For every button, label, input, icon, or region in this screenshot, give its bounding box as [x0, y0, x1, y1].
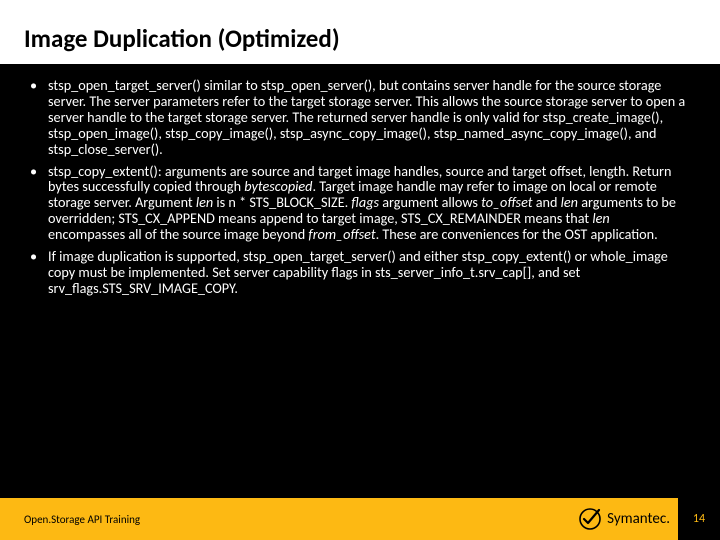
- footer-label: Open.Storage API Training: [0, 513, 579, 526]
- bullet-text: . These are conveniences for the OST app…: [376, 225, 658, 243]
- bullet-text: If image duplication is supported, stsp_…: [48, 247, 668, 297]
- bullet-item: stsp_copy_extent(): arguments are source…: [30, 164, 690, 244]
- title-band: Image Duplication (Optimized): [0, 0, 720, 64]
- brand-check-icon: [579, 508, 601, 530]
- slide-title: Image Duplication (Optimized): [24, 23, 340, 54]
- bullet-item: If image duplication is supported, stsp_…: [30, 249, 690, 297]
- page-number: 14: [678, 498, 720, 540]
- content-area: stsp_open_target_server() similar to sts…: [0, 64, 720, 540]
- bullet-text: encompasses all of the source image beyo…: [48, 225, 308, 243]
- brand: Symantec.: [579, 508, 678, 530]
- bullet-text: stsp_open_target_server() similar to sts…: [48, 76, 685, 158]
- bullet-list: stsp_open_target_server() similar to sts…: [30, 78, 690, 297]
- bullet-item: stsp_open_target_server() similar to sts…: [30, 78, 690, 158]
- footer-bar: Open.Storage API Training Symantec. 14: [0, 498, 720, 540]
- slide: Image Duplication (Optimized) stsp_open_…: [0, 0, 720, 540]
- italic-term: from_offset: [308, 225, 375, 243]
- brand-name: Symantec.: [607, 510, 670, 528]
